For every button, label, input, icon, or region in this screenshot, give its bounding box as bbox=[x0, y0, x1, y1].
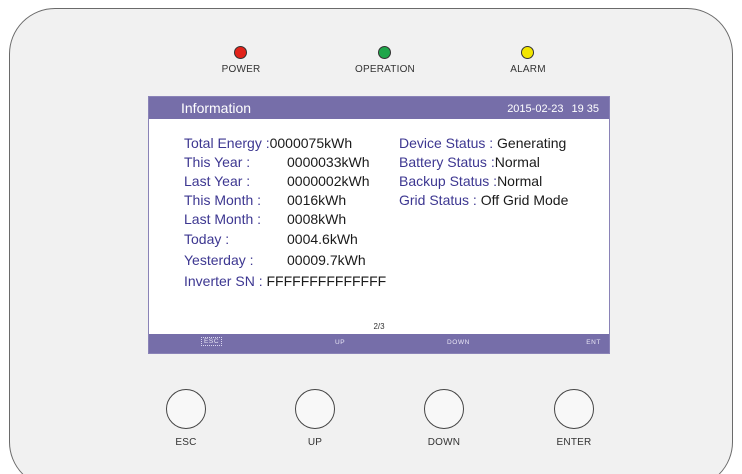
enter-button-label: ENTER bbox=[556, 437, 592, 448]
info-value: Generating bbox=[497, 135, 567, 151]
info-label: Last Year : bbox=[184, 173, 251, 189]
power-led bbox=[234, 46, 247, 59]
page-indicator: 2/3 bbox=[373, 322, 385, 331]
softkey-ent-label: ENT bbox=[586, 339, 601, 346]
screen-title: Information bbox=[181, 100, 252, 116]
info-value: 00009.7kWh bbox=[287, 252, 366, 268]
up-button-label: UP bbox=[307, 437, 323, 448]
down-button[interactable] bbox=[424, 389, 464, 429]
up-button[interactable] bbox=[295, 389, 335, 429]
info-label: Today : bbox=[184, 231, 230, 247]
screen-time: 19 35 bbox=[571, 103, 599, 115]
info-label: Yesterday : bbox=[184, 252, 254, 268]
info-value: FFFFFFFFFFFFFF bbox=[266, 273, 387, 289]
enter-button[interactable] bbox=[554, 389, 594, 429]
screen-datetime: 2015-02-23 19 35 bbox=[507, 103, 599, 115]
info-row-this-month: This Month : 0016kWh bbox=[184, 192, 346, 208]
esc-button-label: ESC bbox=[175, 437, 197, 448]
info-row-last-year: Last Year : 0000002kWh bbox=[184, 173, 370, 189]
info-value: 0000075kWh bbox=[269, 135, 353, 151]
info-row-inverter-sn: Inverter SN : FFFFFFFFFFFFFF bbox=[184, 273, 386, 289]
info-label: This Year : bbox=[184, 154, 251, 170]
info-value: 0008kWh bbox=[287, 211, 347, 227]
screen-footer: ESC UP DOWN ENT bbox=[149, 334, 609, 353]
info-row-total-energy: Total Energy :0000075kWh bbox=[184, 135, 352, 151]
softkey-esc-label: ESC bbox=[201, 337, 223, 346]
info-value: Normal bbox=[497, 173, 543, 189]
screen-header: Information 2015-02-23 19 35 bbox=[149, 97, 609, 119]
info-row-this-year: This Year : 0000033kWh bbox=[184, 154, 370, 170]
info-row-today: Today : 0004.6kWh bbox=[184, 231, 358, 247]
screen-date: 2015-02-23 bbox=[507, 103, 564, 115]
info-value: Normal bbox=[494, 154, 540, 170]
operation-led bbox=[378, 46, 391, 59]
info-label: Inverter SN : bbox=[184, 273, 263, 289]
softkey-down-label: DOWN bbox=[447, 339, 470, 346]
info-label: Device Status : bbox=[399, 135, 494, 151]
info-label: Grid Status : bbox=[399, 192, 477, 208]
info-value: Off Grid Mode bbox=[480, 192, 569, 208]
info-label: Battery Status : bbox=[399, 154, 495, 170]
info-label: Backup Status : bbox=[399, 173, 498, 189]
alarm-led bbox=[521, 46, 534, 59]
info-row-yesterday: Yesterday : 00009.7kWh bbox=[184, 252, 366, 268]
lcd-screen: Information 2015-02-23 19 35 Total Energy… bbox=[148, 96, 610, 354]
power-led-label: POWER bbox=[221, 64, 261, 75]
info-row-grid-status: Grid Status : Off Grid Mode bbox=[399, 192, 568, 208]
esc-button[interactable] bbox=[166, 389, 206, 429]
info-label: Last Month : bbox=[184, 211, 262, 227]
info-row-last-month: Last Month : 0008kWh bbox=[184, 211, 346, 227]
inverter-panel-stage: POWER OPERATION ALARM Information 2015-0… bbox=[0, 0, 742, 474]
info-label: This Month : bbox=[184, 192, 262, 208]
operation-led-label: OPERATION bbox=[355, 64, 415, 75]
info-value: 0000002kWh bbox=[287, 173, 370, 189]
info-row-backup-status: Backup Status :Normal bbox=[399, 173, 542, 189]
down-button-label: DOWN bbox=[427, 437, 461, 448]
info-value: 0000033kWh bbox=[287, 154, 370, 170]
info-value: 0016kWh bbox=[287, 192, 347, 208]
info-row-battery-status: Battery Status :Normal bbox=[399, 154, 540, 170]
info-value: 0004.6kWh bbox=[287, 231, 358, 247]
info-label: Total Energy : bbox=[184, 135, 270, 151]
softkey-up-label: UP bbox=[335, 339, 346, 346]
info-row-device-status: Device Status : Generating bbox=[399, 135, 566, 151]
alarm-led-label: ALARM bbox=[510, 64, 546, 75]
